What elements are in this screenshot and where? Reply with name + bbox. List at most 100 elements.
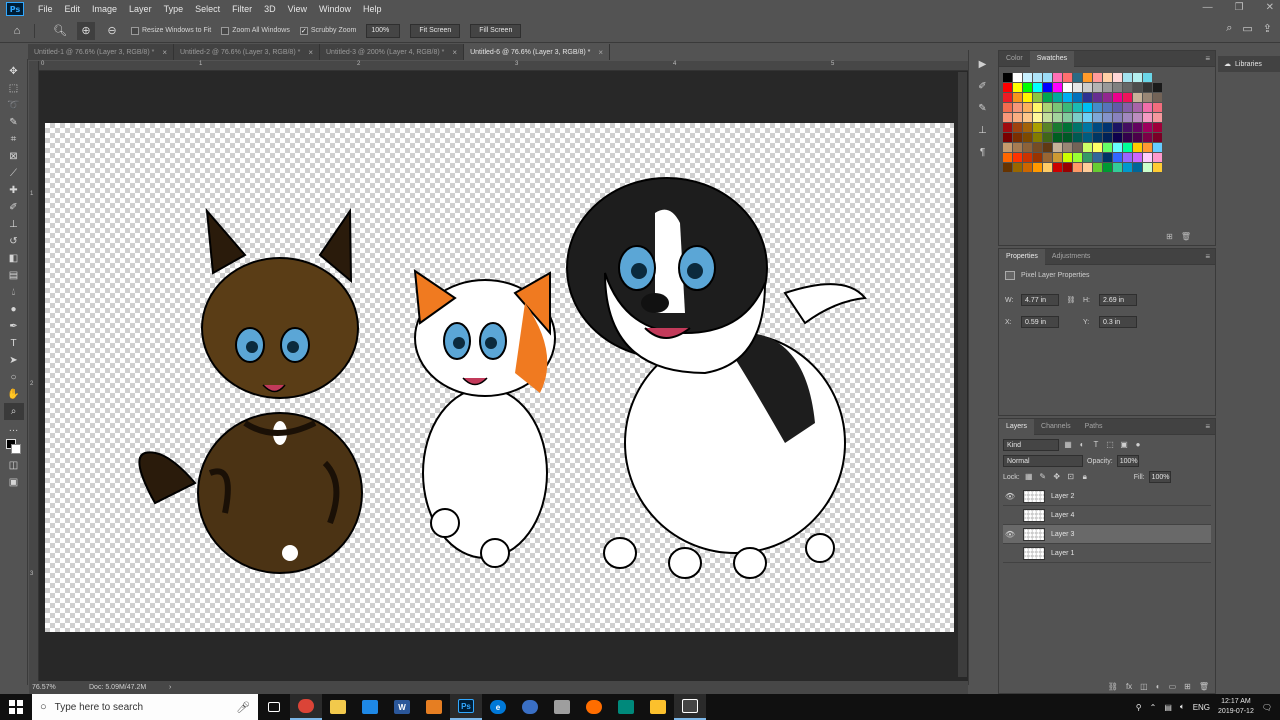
menu-select[interactable]: Select xyxy=(189,4,226,14)
color-swatch[interactable] xyxy=(1003,163,1012,172)
color-swatch[interactable] xyxy=(1073,133,1082,142)
color-swatch[interactable] xyxy=(1123,83,1132,92)
color-swatch[interactable] xyxy=(1093,93,1102,102)
color-swatch[interactable] xyxy=(1113,73,1122,82)
color-swatch[interactable] xyxy=(1053,113,1062,122)
filter-smart-object-icon[interactable]: ▣ xyxy=(1119,440,1129,450)
close-icon[interactable]: × xyxy=(308,48,313,57)
color-swatch[interactable] xyxy=(1093,133,1102,142)
color-swatch[interactable] xyxy=(1043,153,1052,162)
fit-screen-button[interactable]: Fit Screen xyxy=(410,23,461,38)
color-swatch[interactable] xyxy=(1013,83,1022,92)
color-swatch[interactable] xyxy=(1083,83,1092,92)
color-swatch[interactable] xyxy=(1033,123,1042,132)
menu-view[interactable]: View xyxy=(282,4,313,14)
restore-icon[interactable]: ❐ xyxy=(1235,2,1244,13)
lock-pixels-icon[interactable]: ✎ xyxy=(1038,472,1048,482)
history-brush-tool-icon[interactable]: ↺ xyxy=(4,233,24,250)
tab-adjustments[interactable]: Adjustments xyxy=(1045,249,1098,265)
close-icon[interactable]: × xyxy=(162,48,167,57)
panel-menu-icon[interactable]: ≡ xyxy=(1205,252,1210,261)
color-swatch[interactable] xyxy=(1063,103,1072,112)
lock-transparency-icon[interactable]: ▦ xyxy=(1024,472,1034,482)
menu-image[interactable]: Image xyxy=(86,4,123,14)
eye-icon[interactable]: 👁︎ xyxy=(1003,492,1017,501)
color-swatch[interactable] xyxy=(1153,163,1162,172)
color-swatch[interactable] xyxy=(1023,143,1032,152)
tab-properties[interactable]: Properties xyxy=(999,248,1045,265)
color-swatch[interactable] xyxy=(1073,93,1082,102)
color-swatch[interactable] xyxy=(1073,103,1082,112)
color-swatch[interactable] xyxy=(1093,83,1102,92)
color-swatch[interactable] xyxy=(1053,73,1062,82)
filter-adjustment-icon[interactable]: ◐ xyxy=(1077,440,1087,450)
type-tool-icon[interactable]: T xyxy=(4,335,24,352)
color-swatch[interactable] xyxy=(1123,153,1132,162)
color-swatch[interactable] xyxy=(1053,93,1062,102)
color-swatch[interactable] xyxy=(1113,153,1122,162)
zoom-tool-icon[interactable]: 🔍︎ xyxy=(51,22,69,40)
color-swatch[interactable] xyxy=(1153,103,1162,112)
panel-menu-icon[interactable]: ≡ xyxy=(1205,54,1210,63)
trash-icon[interactable]: 🗑︎ xyxy=(1181,232,1191,241)
eye-icon[interactable]: 👁︎ xyxy=(1003,530,1017,539)
color-swatch[interactable] xyxy=(1073,143,1082,152)
color-swatch[interactable] xyxy=(1033,113,1042,122)
color-swatch[interactable] xyxy=(1013,73,1022,82)
menu-3d[interactable]: 3D xyxy=(258,4,282,14)
more-tools-icon[interactable]: … xyxy=(4,420,24,437)
color-swatch[interactable] xyxy=(1153,93,1162,102)
color-swatch[interactable] xyxy=(1063,93,1072,102)
color-swatch[interactable] xyxy=(1053,153,1062,162)
color-swatch[interactable] xyxy=(1033,103,1042,112)
store-icon[interactable] xyxy=(354,694,386,720)
color-swatch[interactable] xyxy=(1003,113,1012,122)
language-indicator[interactable]: ENG xyxy=(1193,703,1210,712)
status-zoom[interactable]: 76.57% xyxy=(29,684,79,691)
color-swatch[interactable] xyxy=(1073,113,1082,122)
color-swatch[interactable] xyxy=(1103,103,1112,112)
color-swatch[interactable] xyxy=(1113,143,1122,152)
color-swatch[interactable] xyxy=(1083,113,1092,122)
mask-icon[interactable]: ◫ xyxy=(1140,682,1148,691)
notification-icon[interactable]: 🗨︎ xyxy=(1262,703,1272,712)
color-swatch[interactable] xyxy=(1033,83,1042,92)
close-icon[interactable]: ✕ xyxy=(1266,2,1274,13)
brushes-icon[interactable]: ✎ xyxy=(975,100,991,116)
color-swatch[interactable] xyxy=(1043,113,1052,122)
color-swatch[interactable] xyxy=(1123,123,1132,132)
chrome-icon[interactable] xyxy=(290,694,322,720)
group-icon[interactable]: ▭ xyxy=(1169,682,1177,691)
layer-row[interactable]: Layer 4 xyxy=(1003,506,1211,525)
frame-tool-icon[interactable]: ⊠ xyxy=(4,148,24,165)
task-view-icon[interactable] xyxy=(258,694,290,720)
microphone-icon[interactable]: 🎤︎ xyxy=(236,701,250,714)
share-icon[interactable]: ⇪ xyxy=(1263,22,1272,35)
move-tool-icon[interactable]: ✥ xyxy=(4,63,24,80)
color-swatch[interactable] xyxy=(1103,73,1112,82)
color-swatch[interactable] xyxy=(1023,73,1032,82)
color-swatch[interactable] xyxy=(1143,73,1152,82)
color-swatch[interactable] xyxy=(1153,143,1162,152)
color-swatch[interactable] xyxy=(1103,153,1112,162)
color-swatch[interactable] xyxy=(1033,143,1042,152)
color-swatch[interactable] xyxy=(1093,103,1102,112)
shape-tool-icon[interactable]: ○ xyxy=(4,369,24,386)
menu-edit[interactable]: Edit xyxy=(59,4,87,14)
color-swatch[interactable] xyxy=(1073,153,1082,162)
dodge-tool-icon[interactable]: ● xyxy=(4,301,24,318)
background-color[interactable] xyxy=(10,444,21,454)
doc-tab-untitled-6[interactable]: Untitled-6 @ 76.6% (Layer 3, RGB/8) * × xyxy=(464,44,611,60)
color-swatch[interactable] xyxy=(1153,83,1162,92)
lock-all-icon[interactable]: 🔒︎ xyxy=(1080,472,1090,482)
chevron-up-icon[interactable]: ⌃ xyxy=(1150,703,1157,712)
color-swatch[interactable] xyxy=(1073,123,1082,132)
minimize-icon[interactable]: — xyxy=(1203,2,1213,13)
color-swatch[interactable] xyxy=(1003,83,1012,92)
color-swatch[interactable] xyxy=(1153,153,1162,162)
color-swatch[interactable] xyxy=(1133,83,1142,92)
clock[interactable]: 12:17 AM 2019-07-12 xyxy=(1218,697,1254,717)
color-swatch[interactable] xyxy=(1003,73,1012,82)
menu-type[interactable]: Type xyxy=(158,4,190,14)
layer-row[interactable]: 👁︎ Layer 2 xyxy=(1003,487,1211,506)
